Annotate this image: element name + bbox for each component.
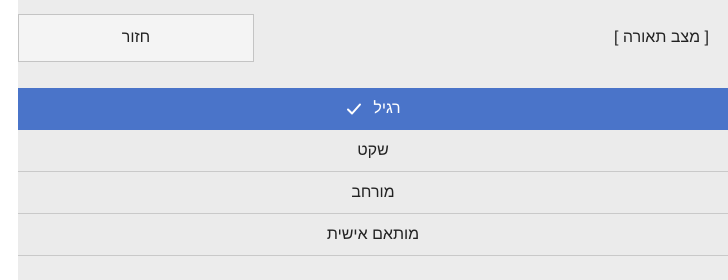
option-normal[interactable]: רגיל xyxy=(18,88,728,130)
menu-header: חזור [ מצב תאורה ] xyxy=(18,0,728,88)
check-icon xyxy=(345,100,363,118)
option-extended[interactable]: מורחב xyxy=(18,172,728,214)
back-button-label: חזור xyxy=(121,29,151,46)
option-quiet[interactable]: שקט xyxy=(18,130,728,172)
option-label: מותאם אישית xyxy=(326,225,420,243)
back-button[interactable]: חזור xyxy=(18,14,254,62)
option-custom[interactable]: מותאם אישית xyxy=(18,214,728,256)
panel-bottom xyxy=(18,260,728,280)
page-title: [ מצב תאורה ] xyxy=(614,29,709,46)
option-content: רגיל xyxy=(345,99,401,118)
option-label: מורחב xyxy=(351,183,395,201)
option-label: שקט xyxy=(357,141,389,159)
option-label: רגיל xyxy=(373,99,401,117)
menu-panel: חזור [ מצב תאורה ] רגיל שקט מורחב מותאם … xyxy=(18,0,728,280)
options-list: רגיל שקט מורחב מותאם אישית xyxy=(18,88,728,256)
